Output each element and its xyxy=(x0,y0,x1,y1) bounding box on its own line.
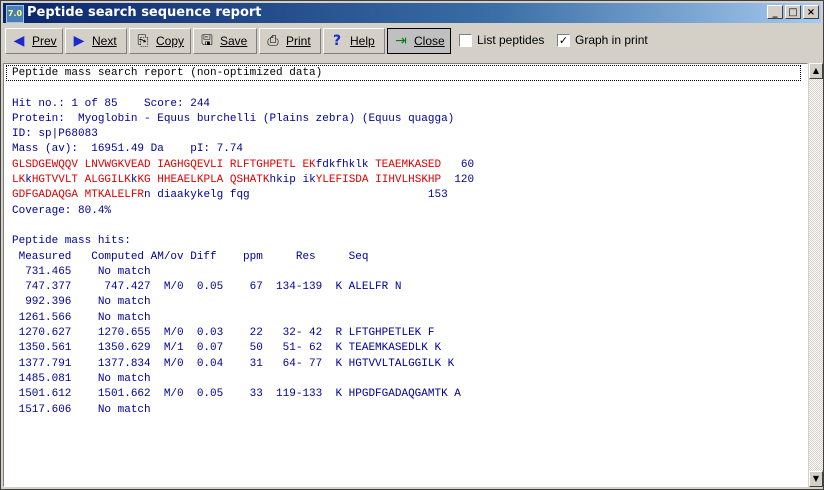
report-text: Peptide mass search report (non-optimize… xyxy=(12,66,474,418)
prev-button[interactable]: ◀ Prev xyxy=(5,28,63,54)
protein-line: Protein: Myoglobin - Equus burchelli (Pl… xyxy=(12,112,455,125)
seq-segment: HGTVVLT ALGGILK xyxy=(31,174,131,187)
seq-segment: YLEFISDA IIHVLHSKHP xyxy=(315,174,442,187)
table-row: 731.465 No match xyxy=(12,265,151,278)
save-label: Save xyxy=(220,34,248,48)
copy-icon: ⎘ xyxy=(137,33,149,49)
scroll-down-button[interactable]: ▼ xyxy=(809,471,823,487)
table-row: 1501.612 1501.662 M/0 0.05 33 119-133 K … xyxy=(12,388,461,401)
graph-in-print-label: Graph in print xyxy=(575,33,648,47)
table-row: 747.377 747.427 M/0 0.05 67 134-139 K AL… xyxy=(12,281,402,294)
window-title: Peptide search sequence report xyxy=(27,5,262,20)
toolbar: ◀ Prev ▶ Next ⎘ Copy 🖫 Save ⎙ Print ? He… xyxy=(3,25,821,59)
seq-segment: KG HHEAELKPLA QSHATK xyxy=(137,174,270,187)
report-text-area[interactable]: Peptide mass search report (non-optimize… xyxy=(3,63,808,487)
table-row: 1485.081 No match xyxy=(12,372,151,385)
report-header: Peptide mass search report (non-optimize… xyxy=(12,67,323,79)
seq-position: 60 xyxy=(441,158,475,171)
save-icon: 🖫 xyxy=(201,33,213,49)
maximize-button[interactable]: □ xyxy=(785,5,801,19)
scroll-up-button[interactable]: ▲ xyxy=(809,63,823,79)
list-peptides-box[interactable] xyxy=(459,33,472,47)
printer-icon: ⎙ xyxy=(267,33,279,49)
prev-label: Prev xyxy=(32,34,57,48)
table-row: 1377.791 1377.834 M/0 0.04 31 64- 77 K H… xyxy=(12,357,455,370)
scroll-track[interactable] xyxy=(809,79,823,471)
help-button[interactable]: ? Help xyxy=(323,28,385,54)
next-button[interactable]: ▶ Next xyxy=(65,28,127,54)
coverage-line: Coverage: 80.4% xyxy=(12,204,112,217)
vertical-scrollbar[interactable]: ▲ ▼ xyxy=(809,63,823,487)
help-icon: ? xyxy=(332,33,342,49)
print-button[interactable]: ⎙ Print xyxy=(259,28,321,54)
close-window-button[interactable]: × xyxy=(803,5,819,19)
seq-position: 153 xyxy=(249,189,448,202)
title-bar[interactable]: 7.0 Peptide search sequence report _ □ × xyxy=(3,3,821,23)
copy-button[interactable]: ⎘ Copy xyxy=(129,28,191,54)
exit-door-icon: ⇥ xyxy=(395,33,407,49)
arrow-left-icon: ◀ xyxy=(13,33,25,49)
graph-in-print-box[interactable]: ✓ xyxy=(557,33,570,47)
id-line: ID: sp|P68083 xyxy=(12,128,98,141)
hits-column-headers: Measured Computed AM/ov Diff ppm Res Seq xyxy=(12,250,369,263)
seq-segment: n diaakykelg fqg xyxy=(144,189,250,202)
seq-segment: hkip ik xyxy=(269,174,316,187)
list-peptides-label: List peptides xyxy=(477,33,545,47)
table-row: 992.396 No match xyxy=(12,296,151,309)
seq-segment: LK xyxy=(12,174,26,187)
print-label: Print xyxy=(286,34,311,48)
graph-in-print-checkbox[interactable]: ✓ Graph in print xyxy=(557,33,648,47)
hits-title: Peptide mass hits: xyxy=(12,235,131,248)
report-window: 7.0 Peptide search sequence report _ □ ×… xyxy=(0,0,824,490)
minimize-button[interactable]: _ xyxy=(767,5,783,19)
seq-segment: GDFGADAQGA MTKALELFR xyxy=(12,189,145,202)
table-row: 1517.606 No match xyxy=(12,403,151,416)
table-row: 1270.627 1270.655 M/0 0.03 22 32- 42 R L… xyxy=(12,327,435,340)
next-label: Next xyxy=(92,34,117,48)
help-label: Help xyxy=(350,34,375,48)
copy-label: Copy xyxy=(156,34,185,48)
seq-segment: GLSDGEWQQV LNVWGKVEAD IAGHGQEVLI RLFTGHP… xyxy=(12,158,316,171)
seq-position: 120 xyxy=(441,174,475,187)
close-button[interactable]: ⇥ Close xyxy=(387,28,451,54)
close-label: Close xyxy=(414,34,445,48)
mass-line: Mass (av): 16951.49 Da pI: 7.74 xyxy=(12,143,244,156)
hit-line: Hit no.: 1 of 85 Score: 244 xyxy=(12,97,211,110)
arrow-right-icon: ▶ xyxy=(73,33,85,49)
list-peptides-checkbox[interactable]: List peptides xyxy=(459,33,544,47)
save-button[interactable]: 🖫 Save xyxy=(193,28,257,54)
table-row: 1261.566 No match xyxy=(12,311,151,324)
seq-segment: TEAEMKASED xyxy=(368,158,442,171)
table-row: 1350.561 1350.629 M/1 0.07 50 51- 62 K T… xyxy=(12,342,442,355)
seq-segment: fdkfhklk xyxy=(315,158,369,171)
seq-segment: k xyxy=(25,174,32,187)
app-icon: 7.0 xyxy=(6,5,24,23)
